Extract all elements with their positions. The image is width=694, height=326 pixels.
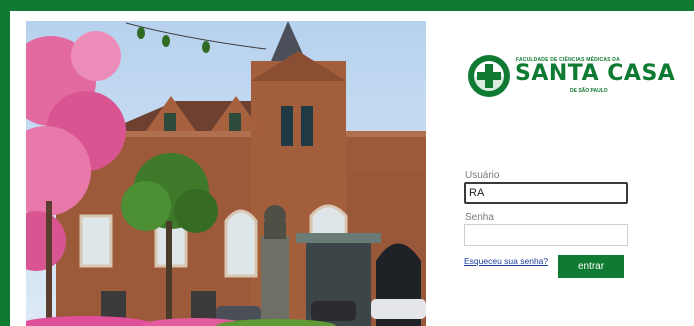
forgot-password-link[interactable]: Esqueceu sua senha? [464,256,548,266]
campus-building-photo [26,21,426,326]
login-button[interactable]: entrar [558,255,624,278]
logo-city-text: DE SÃO PAULO [570,88,608,94]
password-label: Senha [465,212,494,223]
user-label: Usuário [465,170,500,181]
password-input[interactable] [464,224,628,246]
user-input[interactable] [464,182,628,204]
medical-cross-icon [468,55,510,97]
logo-title: SANTA CASA [515,61,676,86]
santa-casa-logo: FACULDADE DE CIÊNCIAS MÉDICAS DA SANTA C… [466,51,675,101]
login-card: FACULDADE DE CIÊNCIAS MÉDICAS DA SANTA C… [10,11,694,326]
